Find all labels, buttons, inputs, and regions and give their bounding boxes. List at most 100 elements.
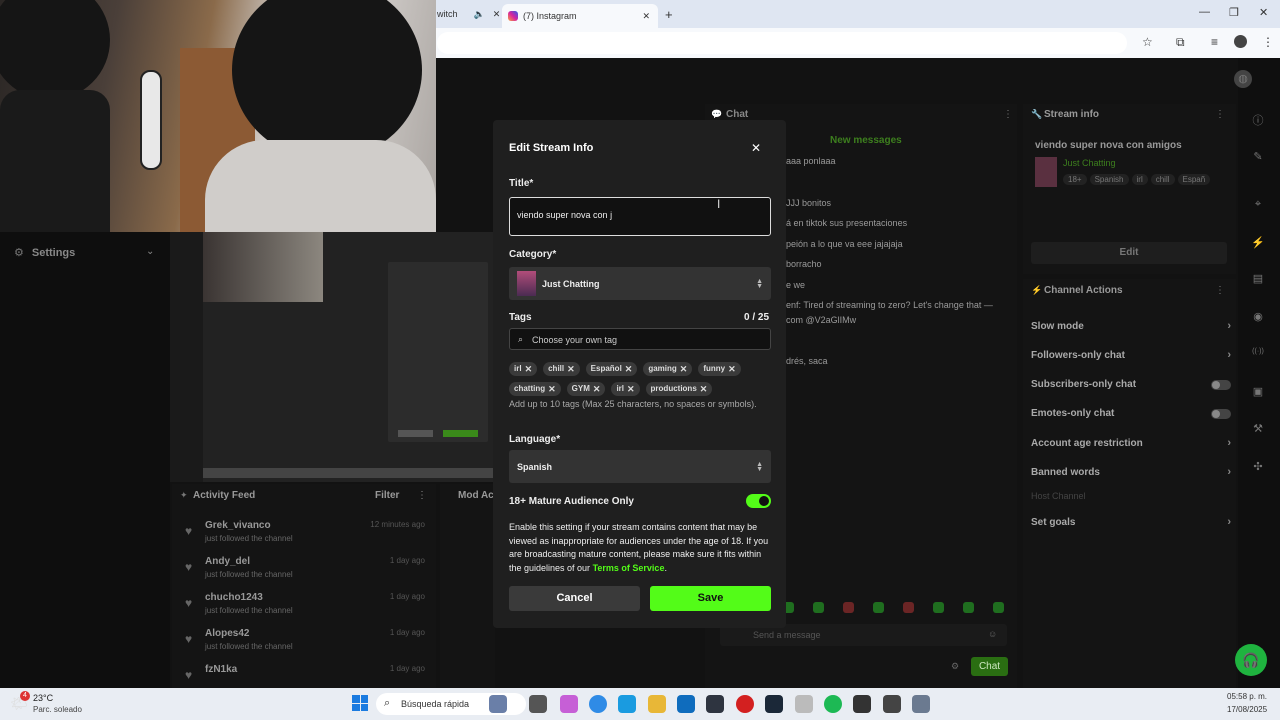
tools-icon[interactable]: ⚒ (1250, 422, 1266, 435)
window-close-button[interactable]: ✕ (1259, 6, 1268, 19)
language-select[interactable]: Spanish ▲ ▼ (509, 450, 771, 483)
tag-chip[interactable]: irl ✕ (611, 379, 640, 399)
remove-tag-icon[interactable]: ✕ (567, 359, 575, 379)
task-view-icon[interactable] (529, 695, 547, 713)
terms-of-service-link[interactable]: Terms of Service (593, 563, 665, 573)
widgets-icon[interactable]: ✣ (1250, 460, 1266, 473)
info-icon[interactable]: ⓘ (1250, 112, 1266, 128)
browser-tab[interactable]: witch 🔈 ✕ (437, 4, 501, 24)
steam-icon[interactable] (765, 695, 783, 713)
app-icon[interactable] (795, 695, 813, 713)
emote-icon[interactable]: ☺ (988, 629, 997, 639)
extensions-icon[interactable]: ⧉ (1176, 35, 1185, 50)
copilot-icon[interactable] (489, 695, 507, 713)
tag-chip[interactable]: gaming ✕ (643, 359, 693, 379)
toggle-switch[interactable] (1211, 379, 1231, 390)
remove-tag-icon[interactable]: ✕ (680, 359, 688, 379)
profile-avatar[interactable] (1234, 35, 1247, 51)
speaker-icon[interactable]: 🔈 (474, 9, 485, 20)
cancel-button[interactable]: Cancel (509, 586, 640, 611)
channel-action-item[interactable]: Host Channel (1031, 491, 1231, 501)
tag-chip[interactable]: chill ✕ (543, 362, 580, 376)
remove-tag-icon[interactable]: ✕ (625, 359, 633, 379)
remove-tag-icon[interactable]: ✕ (525, 359, 533, 379)
close-icon[interactable]: ✕ (751, 141, 761, 155)
chevron-down-icon[interactable]: ⌄ (146, 246, 154, 257)
notes-icon[interactable]: ▤ (1250, 272, 1266, 285)
settings-nav-item[interactable]: ⚙ Settings (14, 246, 75, 260)
tag-chip[interactable]: Español ✕ (585, 359, 638, 379)
settings-icon[interactable] (912, 695, 930, 713)
chat-bubble-icon[interactable]: ◉ (1250, 310, 1266, 323)
channel-action-item[interactable]: Emotes-only chat (1031, 408, 1231, 419)
new-tab-button[interactable]: + (665, 4, 673, 24)
broadcast-icon[interactable]: ((·)) (1250, 348, 1266, 355)
opera-icon[interactable] (736, 695, 754, 713)
file-explorer-icon[interactable] (648, 695, 666, 713)
emote-icon[interactable] (963, 602, 974, 613)
security-icon[interactable] (706, 695, 724, 713)
remove-tag-icon[interactable]: ✕ (700, 379, 708, 399)
browser-tab-instagram[interactable]: (7) Instagram ✕ (502, 4, 658, 28)
toggle-switch[interactable] (1211, 408, 1231, 419)
tag-chip[interactable]: irl ✕ (509, 359, 538, 379)
target-icon[interactable]: ⌖ (1250, 198, 1266, 211)
tab-close-icon[interactable]: ✕ (642, 11, 650, 22)
chat-send-button[interactable]: Chat (971, 657, 1008, 676)
remove-tag-icon[interactable]: ✕ (593, 379, 601, 399)
weather-widget[interactable]: 🌤 4 (10, 691, 34, 715)
channel-action-item[interactable]: Followers-only chat › (1031, 349, 1231, 361)
chat-settings-icon[interactable]: ⚙ (951, 661, 959, 672)
emote-icon[interactable] (903, 602, 914, 613)
emote-icon[interactable] (993, 602, 1004, 613)
tag-chip[interactable]: GYM ✕ (566, 379, 606, 399)
zap-icon[interactable]: ⚡ (1250, 236, 1266, 249)
help-headset-button[interactable]: 🎧 (1235, 644, 1267, 676)
layout-icon[interactable]: ▣ (1250, 385, 1266, 398)
activity-item[interactable]: ♥ Andy_del just followed the channel 1 day … (185, 556, 430, 586)
edit-icon[interactable]: ✎ (1250, 150, 1266, 163)
channel-action-item[interactable]: Subscribers-only chat (1031, 379, 1231, 390)
windows-start-icon[interactable] (352, 695, 368, 711)
tag-chip[interactable]: funny ✕ (698, 359, 741, 379)
channel-action-item[interactable]: Set goals › (1031, 516, 1231, 528)
stream-info-menu-icon[interactable]: ⋮ (1215, 109, 1225, 120)
remove-tag-icon[interactable]: ✕ (548, 379, 556, 399)
activity-item[interactable]: ♥ Grek_vivanco just followed the channel 12… (185, 520, 430, 550)
minimize-button[interactable]: — (1199, 6, 1210, 18)
remove-tag-icon[interactable]: ✕ (728, 359, 736, 379)
address-bar[interactable] (437, 32, 1127, 54)
tag-chip[interactable]: chatting ✕ (509, 382, 561, 396)
restore-button[interactable]: ❐ (1229, 6, 1239, 19)
title-input[interactable]: viendo super nova con j (509, 197, 771, 236)
mature-toggle[interactable] (746, 494, 771, 508)
channel-action-item[interactable]: Banned words › (1031, 466, 1231, 478)
chrome-icon[interactable] (589, 695, 607, 713)
user-avatar[interactable]: ◍ (1234, 70, 1252, 88)
filter-button[interactable]: Filter (375, 490, 399, 501)
edge-icon[interactable] (618, 695, 636, 713)
media-icon[interactable]: ≡ (1211, 35, 1218, 49)
chat-menu-icon[interactable]: ⋮ (1003, 109, 1013, 120)
channel-action-item[interactable]: Slow mode › (1031, 320, 1231, 332)
tag-chip[interactable]: productions ✕ (645, 379, 713, 399)
channel-action-item[interactable]: Account age restriction › (1031, 437, 1231, 449)
obs-icon[interactable] (853, 695, 871, 713)
browser-menu-icon[interactable]: ⋮ (1262, 35, 1274, 49)
save-button[interactable]: Save (650, 586, 771, 611)
channel-actions-menu-icon[interactable]: ⋮ (1215, 285, 1225, 296)
activity-item[interactable]: ♥ chucho1243 just followed the channel 1 da… (185, 592, 430, 622)
category-select[interactable]: Just Chatting ▲ ▼ (509, 267, 771, 300)
remove-tag-icon[interactable]: ✕ (627, 379, 635, 399)
activity-item[interactable]: ♥ Alopes42 just followed the channel 1 day … (185, 628, 430, 658)
outlook-icon[interactable] (677, 695, 695, 713)
camera-icon[interactable] (883, 695, 901, 713)
spotify-icon[interactable] (824, 695, 842, 713)
emote-icon[interactable] (933, 602, 944, 613)
emote-icon[interactable] (873, 602, 884, 613)
emote-icon[interactable] (813, 602, 824, 613)
tag-input[interactable]: ⌕ Choose your own tag (509, 328, 771, 350)
emote-icon[interactable] (843, 602, 854, 613)
edit-stream-info-button[interactable]: Edit (1031, 242, 1227, 264)
activity-menu-icon[interactable]: ⋮ (417, 490, 427, 501)
